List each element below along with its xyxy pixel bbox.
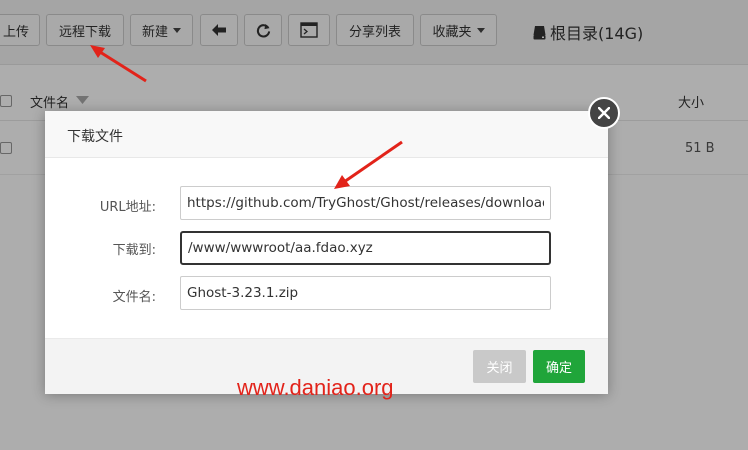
close-button-label: 关闭 xyxy=(486,361,513,376)
filename-label: 文件名: xyxy=(112,290,156,305)
watermark-text: www.daniao.org xyxy=(237,375,394,400)
dialog-close-button[interactable] xyxy=(588,97,620,129)
destination-label: 下载到: xyxy=(112,243,156,258)
dialog-header: 下载文件 xyxy=(45,111,608,158)
url-label: URL地址: xyxy=(99,200,156,215)
confirm-button[interactable]: 确定 xyxy=(533,350,585,383)
destination-input[interactable] xyxy=(180,231,551,265)
download-file-dialog: 下载文件 URL地址: 下载到: 文件名: 关闭 确定 xyxy=(45,111,608,394)
url-input[interactable] xyxy=(180,186,551,220)
dialog-title: 下载文件 xyxy=(67,129,123,145)
filename-input[interactable] xyxy=(180,276,551,310)
close-icon xyxy=(598,107,610,119)
confirm-button-label: 确定 xyxy=(545,361,572,376)
close-button[interactable]: 关闭 xyxy=(473,350,526,383)
file-manager-page: 上传 远程下载 新建 分享列表 收藏夹 根目录(14G) 文件名 大小 51 B… xyxy=(0,0,748,450)
